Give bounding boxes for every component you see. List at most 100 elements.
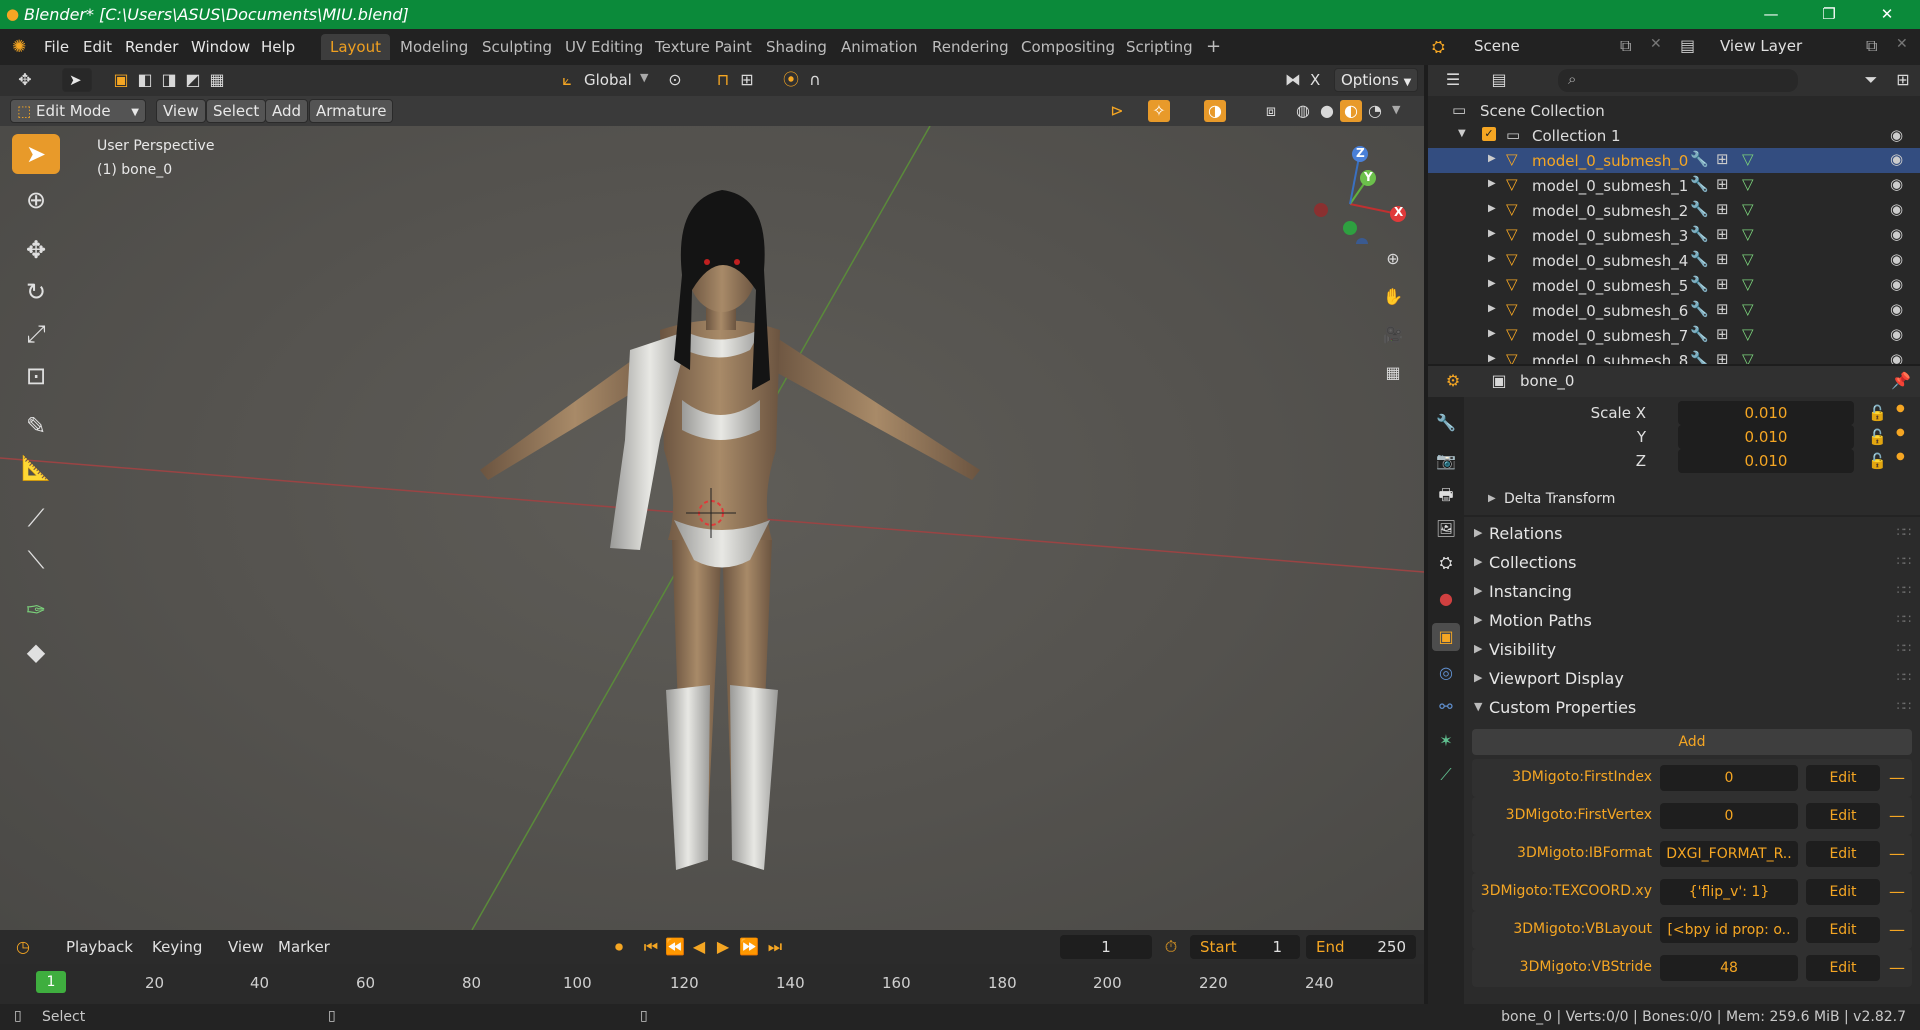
vertex-groups-icon[interactable]: ⊞ (1716, 175, 1729, 193)
delta-transform-subpanel[interactable]: ▶ Delta Transform (1464, 487, 1920, 513)
menu-marker[interactable]: Marker (278, 938, 330, 956)
outliner-search-input[interactable]: ⌕ (1558, 69, 1798, 92)
mesh-data-icon[interactable]: ▽ (1742, 275, 1754, 293)
options-dropdown[interactable]: Options ▼ (1334, 68, 1419, 92)
add-workspace-button[interactable]: + (1197, 34, 1230, 60)
properties-panel-relations[interactable]: ▶ Relations ∷∷ (1464, 519, 1920, 549)
tab-texture-paint[interactable]: Texture Paint (646, 34, 761, 60)
outliner-item[interactable]: ▶ ▽ model_0_submesh_1 🔧 ⊞ ▽ ◉ (1428, 173, 1920, 198)
mesh-data-icon[interactable]: ▽ (1742, 200, 1754, 218)
expand-icon[interactable]: ▶ (1488, 253, 1496, 264)
tool-tab-icon[interactable]: 🔧 (1432, 409, 1460, 437)
menu-window[interactable]: Window (191, 38, 250, 56)
mesh-data-icon[interactable]: ▽ (1742, 225, 1754, 243)
modifier-icon[interactable]: 🔧 (1690, 225, 1709, 243)
tab-layout[interactable]: Layout (321, 34, 390, 60)
drag-grip-icon[interactable]: ∷∷ (1897, 525, 1911, 539)
vertex-groups-icon[interactable]: ⊞ (1716, 250, 1729, 268)
menu-render[interactable]: Render (125, 38, 178, 56)
menu-playback[interactable]: Playback (66, 938, 133, 956)
scale-x-field[interactable]: 0.010 (1678, 401, 1854, 425)
expand-icon[interactable]: ▶ (1488, 278, 1496, 289)
lock-icon[interactable]: 🔓 (1868, 428, 1887, 446)
close-button[interactable]: ✕ (1864, 2, 1910, 27)
mirror-icon[interactable]: ⧓ (1282, 69, 1304, 91)
expand-icon[interactable]: ▶ (1488, 303, 1496, 314)
custom-property-value[interactable]: 48 (1660, 955, 1798, 981)
outliner-item[interactable]: ▶ ▽ model_0_submesh_5 🔧 ⊞ ▽ ◉ (1428, 273, 1920, 298)
timeline-scrubber[interactable]: 1 20 40 60 80 100 120 140 160 180 200 22… (0, 964, 1424, 1004)
custom-property-value[interactable]: 0 (1660, 803, 1798, 829)
outliner-item[interactable]: ▶ ▽ model_0_submesh_4 🔧 ⊞ ▽ ◉ (1428, 248, 1920, 273)
select-mode-subtract-icon[interactable]: ◨ (158, 69, 180, 91)
tab-modeling[interactable]: Modeling (391, 34, 477, 60)
3d-viewport[interactable]: ➤ ⊕ ✥ ↻ ⤢ ⊡ ✎ 📐 ⟋ ⟍ ✑ ◆ User Perspective… (0, 126, 1424, 930)
snap-icon[interactable]: ⊓ (712, 69, 734, 91)
mesh-data-icon[interactable]: ▽ (1742, 175, 1754, 193)
roll-tool-icon[interactable]: ⟋ (12, 498, 60, 538)
delete-scene-icon[interactable]: ✕ (1650, 36, 1662, 52)
edit-property-button[interactable]: Edit (1806, 879, 1880, 905)
display-mode-icon[interactable]: ▤ (1488, 69, 1510, 91)
view-layer-tab-icon[interactable]: 🖼 (1432, 515, 1460, 543)
play-icon[interactable]: ▶ (712, 936, 734, 958)
material-shading-icon[interactable]: ◐ (1340, 100, 1362, 122)
transform-orientation-icon[interactable]: ⟀ (556, 69, 578, 91)
properties-editor-icon[interactable]: ⚙ (1442, 370, 1464, 392)
current-frame-marker[interactable]: 1 (36, 971, 66, 993)
vertex-groups-icon[interactable]: ⊞ (1716, 200, 1729, 218)
eye-icon[interactable]: ◉ (1890, 150, 1903, 168)
vertex-groups-icon[interactable]: ⊞ (1716, 225, 1729, 243)
modifier-tab-icon[interactable]: ◎ (1432, 659, 1460, 687)
delete-view-layer-icon[interactable]: ✕ (1896, 36, 1908, 52)
modifier-icon[interactable]: 🔧 (1690, 150, 1709, 168)
remove-property-button[interactable]: — (1886, 803, 1908, 829)
editor-type-icon[interactable]: ✥ (14, 69, 36, 91)
remove-property-button[interactable]: — (1886, 879, 1908, 905)
scene-name[interactable]: Scene (1474, 37, 1520, 55)
eye-icon[interactable]: ◉ (1890, 225, 1903, 243)
output-tab-icon[interactable]: 🖶 (1432, 481, 1460, 509)
zoom-icon[interactable]: ⊕ (1382, 248, 1404, 270)
select-mode-invert-icon[interactable]: ◩ (182, 69, 204, 91)
menu-file[interactable]: File (44, 38, 69, 56)
menu-edit[interactable]: Edit (83, 38, 112, 56)
menu-add[interactable]: Add (265, 99, 309, 123)
world-tab-icon[interactable]: ● (1432, 585, 1460, 613)
tab-rendering[interactable]: Rendering (923, 34, 1018, 60)
properties-panel-viewport-display[interactable]: ▶ Viewport Display ∷∷ (1464, 664, 1920, 694)
eye-icon[interactable]: ◉ (1890, 200, 1903, 218)
outliner-item[interactable]: ▶ ▽ model_0_submesh_3 🔧 ⊞ ▽ ◉ (1428, 223, 1920, 248)
rendered-shading-icon[interactable]: ◔ (1364, 100, 1386, 122)
drag-grip-icon[interactable]: ∷∷ (1897, 554, 1911, 568)
play-reverse-icon[interactable]: ◀ (688, 936, 710, 958)
measure-tool-icon[interactable]: 📐 (12, 448, 60, 488)
edit-property-button[interactable]: Edit (1806, 765, 1880, 791)
outliner-item[interactable]: ▶ ▽ model_0_submesh_6 🔧 ⊞ ▽ ◉ (1428, 298, 1920, 323)
eye-icon[interactable]: ◉ (1890, 275, 1903, 293)
minimize-button[interactable]: — (1748, 2, 1794, 27)
tab-uv-editing[interactable]: UV Editing (556, 34, 652, 60)
drag-grip-icon[interactable]: ∷∷ (1897, 583, 1911, 597)
modifier-icon[interactable]: 🔧 (1690, 350, 1709, 364)
visibility-select-icon[interactable]: ⊳ (1106, 100, 1128, 122)
tab-shading[interactable]: Shading (757, 34, 836, 60)
modifier-icon[interactable]: 🔧 (1690, 175, 1709, 193)
modifier-icon[interactable]: 🔧 (1690, 275, 1709, 293)
ortho-grid-icon[interactable]: ▦ (1382, 362, 1404, 384)
outliner-scene-collection[interactable]: ▭ Scene Collection (1428, 98, 1920, 123)
xray-toggle-icon[interactable]: ⧈ (1260, 100, 1282, 122)
armature-data-tab-icon[interactable]: ✶ (1432, 727, 1460, 755)
mesh-data-icon[interactable]: ▽ (1742, 300, 1754, 318)
annotate-tool-icon[interactable]: ✎ (12, 406, 60, 446)
chevron-down-icon[interactable]: ▼ (640, 71, 648, 84)
drag-grip-icon[interactable]: ∷∷ (1897, 699, 1911, 713)
edit-property-button[interactable]: Edit (1806, 841, 1880, 867)
new-collection-icon[interactable]: ⊞ (1892, 69, 1914, 91)
expand-icon[interactable]: ▶ (1488, 328, 1496, 339)
keyframe-dot-icon[interactable]: ● (1896, 403, 1905, 414)
transform-tool-icon[interactable]: ⊡ (12, 356, 60, 396)
record-icon[interactable]: ⏺ (608, 936, 630, 958)
mesh-data-icon[interactable]: ▽ (1742, 250, 1754, 268)
mode-dropdown[interactable]: ⬚ Edit Mode ▼ (10, 99, 146, 123)
